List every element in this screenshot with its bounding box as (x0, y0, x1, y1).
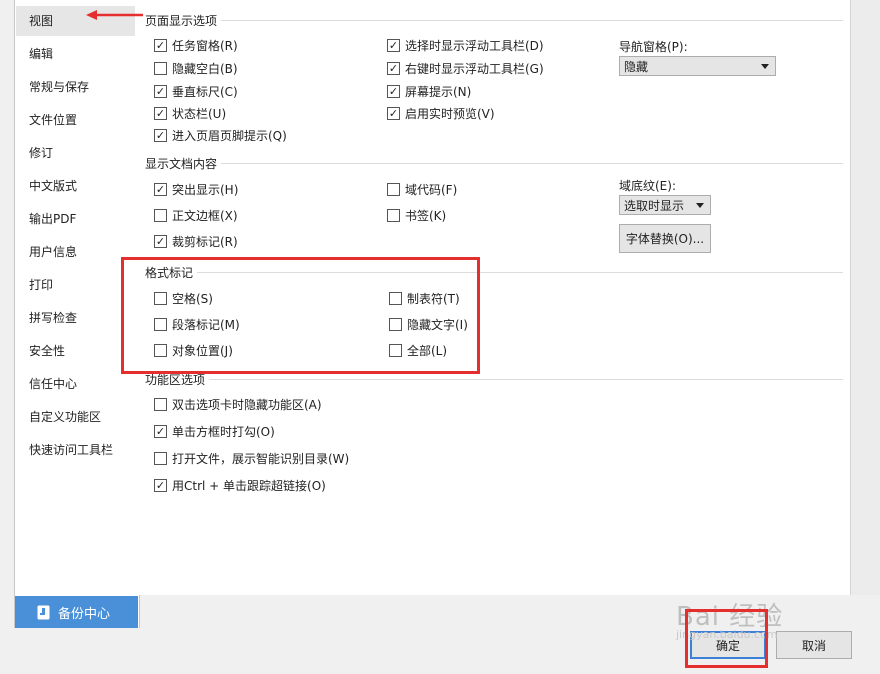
annotation-layer (86, 10, 143, 20)
options-dialog: 视图 编辑 常规与保存 文件位置 修订 中文版式 输出PDF 用户信息 打印 拼… (0, 0, 880, 674)
annotation-arrowhead (86, 10, 97, 20)
